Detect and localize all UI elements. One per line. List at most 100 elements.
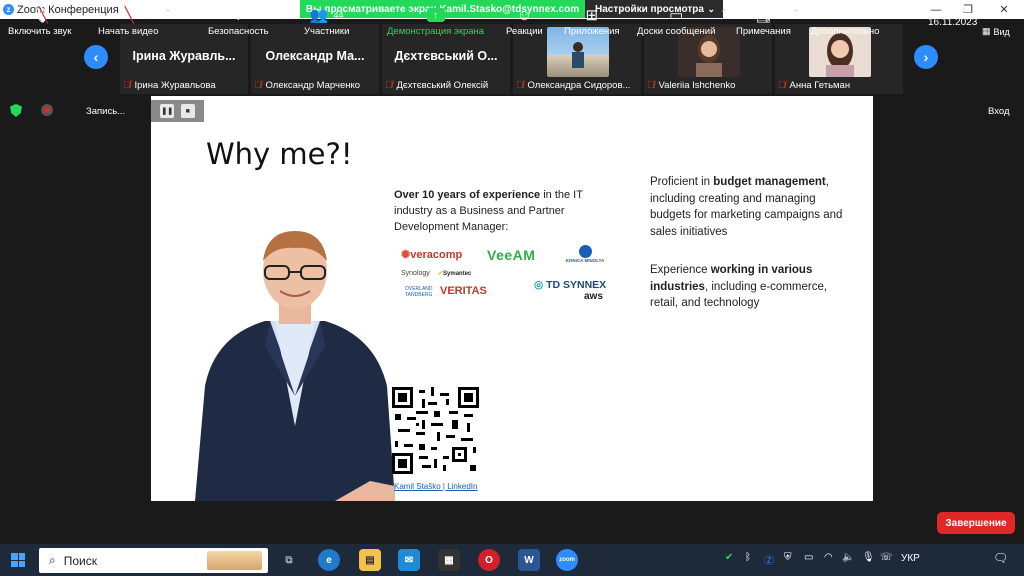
participant-label: 🎙̸ Valeriia Ishchenko [647, 78, 770, 92]
taskbar-search-input[interactable]: ⌕ Поиск [39, 548, 268, 573]
apps-label: Приложения [564, 26, 620, 37]
start-video-button[interactable]: ▭ ╲ Начать видео [98, 4, 158, 37]
wifi-icon[interactable]: ◠ [824, 552, 833, 563]
stop-recording-button[interactable]: ■ [180, 104, 195, 118]
viber-icon[interactable]: ☏ [880, 552, 893, 563]
whiteboards-label: Доски сообщений [637, 26, 716, 37]
notes-button[interactable]: 🗒 Примечания [736, 4, 791, 37]
view-button[interactable]: ▦ Вид [982, 26, 1010, 37]
shield-icon: ⛨ [232, 6, 244, 24]
unmute-label: Включить звук [8, 26, 72, 37]
participants-icon: 👥 44 [309, 7, 344, 24]
security-button[interactable]: ⛨ Безопасность [208, 4, 269, 38]
chevron-left-icon: ‹ [93, 49, 99, 65]
apps-options-caret[interactable]: ⌃ [617, 8, 625, 19]
mail-icon[interactable]: ✉ [398, 549, 420, 571]
search-placeholder: Поиск [63, 553, 97, 568]
more-dots-icon: ••• [837, 6, 854, 24]
industries-paragraph: Experience working in various industries… [650, 264, 828, 309]
recording-icon [41, 104, 53, 116]
veritas-logo: VERITAS [440, 285, 487, 297]
participants-count: 44 [333, 10, 344, 20]
search-highlight-image [207, 551, 262, 570]
share-screen-icon: ↑ [426, 4, 445, 26]
defender-icon[interactable]: ⛨ [784, 552, 792, 563]
more-button[interactable]: ••• Дополнительно [811, 4, 879, 38]
participant-label: 🎙̸ Анна Гетьман [778, 78, 901, 92]
exit-fullscreen-button[interactable]: Вход [988, 106, 1010, 117]
file-explorer-icon[interactable]: ▤ [359, 549, 381, 571]
clock-time: 10:28 [940, 4, 966, 15]
prev-participants-button[interactable]: ‹ [84, 45, 108, 69]
overland-tandberg-logo: OVERLAND TANDBERG [405, 286, 433, 298]
veracomp-icon: ✺ [401, 249, 411, 261]
microphone-icon[interactable]: 🎙 [862, 552, 875, 563]
next-participants-button[interactable]: › [914, 45, 938, 69]
participant-name: Олександр Марченко [265, 79, 361, 91]
experience-bold: Over 10 years of experience [394, 189, 541, 201]
grid-icon: ▦ [982, 26, 991, 36]
mic-muted-icon: 🎙̸ [254, 79, 262, 91]
bluetooth-icon[interactable]: ᛒ [745, 552, 751, 563]
budget-paragraph: Proficient in budget management, includi… [650, 176, 843, 238]
notes-options-caret[interactable]: ⌃ [792, 8, 800, 19]
share-screen-label: Демонстрация экрана [387, 26, 485, 37]
whiteboard-icon: ▭ [669, 7, 684, 24]
participant-name-large: Ірина Журавль... [132, 49, 236, 63]
tray-check-icon[interactable]: ✔ [725, 552, 733, 563]
volume-icon[interactable]: 🔈 [842, 552, 854, 563]
participant-name: Олександра Сидоров... [527, 79, 631, 91]
battery-icon[interactable]: ▭ [804, 552, 813, 563]
reactions-button[interactable]: ☺ Реакции [506, 4, 543, 38]
notifications-icon[interactable]: 🗨 [993, 551, 1008, 565]
zoom-taskbar-icon[interactable]: zoom [556, 549, 578, 571]
meeting-toolbar [0, 502, 1024, 544]
participant-name: Анна Гетьман [789, 79, 851, 91]
windows-start-icon[interactable] [11, 553, 25, 567]
mic-muted-icon: 🎙̸ [385, 79, 393, 91]
close-button[interactable]: ✕ [988, 0, 1020, 19]
word-icon[interactable]: W [518, 549, 540, 571]
tray-zoom-icon[interactable]: Ⓩ [764, 552, 774, 567]
participants-options-caret[interactable]: ⌃ [367, 8, 375, 19]
participant-label: 🎙̸ Дєхтєвський Олексій [385, 78, 508, 92]
konica-globe-icon [578, 245, 592, 258]
pause-recording-button[interactable]: ❚❚ [160, 104, 175, 118]
notes-icon: 🗒 [753, 7, 773, 24]
language-indicator[interactable]: УКР [901, 553, 920, 564]
participant-label: 🎙̸ Ірина Журавльова [123, 78, 246, 92]
security-label: Безопасность [208, 26, 269, 37]
participant-name: Ірина Журавльова [134, 79, 216, 91]
experience-text: Over 10 years of experience in the IT in… [394, 187, 599, 235]
clock-date: 16.11.2023 [928, 17, 978, 28]
mic-muted-icon: 🎙̸ [778, 79, 786, 91]
participant-label: 🎙̸ Олександр Марченко [254, 78, 377, 92]
whiteboards-options-caret[interactable]: ⌃ [720, 8, 728, 19]
mic-muted-icon: 🎙̸ [516, 79, 524, 91]
participants-button[interactable]: 👥 44 Участники [304, 4, 349, 37]
participant-label: 🎙̸ Олександра Сидоров... [516, 78, 639, 92]
share-options-caret[interactable]: ⌃ [491, 8, 499, 19]
end-meeting-button[interactable]: Завершение [937, 512, 1015, 534]
aws-logo: aws [584, 291, 603, 302]
linkedin-link[interactable]: Kamil Staško | LinkedIn [394, 482, 477, 491]
store-icon[interactable]: ▦ [438, 549, 460, 571]
share-screen-button[interactable]: ↑ Демонстрация экрана [387, 4, 484, 37]
taskbar-clock[interactable]: 10:28 16.11.2023 [928, 3, 977, 29]
search-icon: ⌕ [49, 553, 56, 567]
chevron-right-icon: › [923, 49, 929, 65]
symantec-logo: ✔Symantec [438, 271, 472, 277]
unmute-button[interactable]: 🎙 ╲ Включить звук [8, 4, 71, 37]
participant-name: Valeriia Ishchenko [658, 79, 736, 91]
edge-icon[interactable]: e [318, 549, 340, 571]
participant-name-large: Дєхтєвський О... [394, 49, 498, 63]
audio-options-caret[interactable]: ⌃ [68, 8, 76, 19]
apps-button[interactable]: ⊞ Приложения [564, 4, 620, 37]
task-view-icon[interactable]: ⧉ [278, 549, 300, 571]
mic-muted-icon: 🎙̸ [647, 79, 655, 91]
whiteboards-button[interactable]: ▭ Доски сообщений [637, 4, 715, 37]
synology-logo: Synology [401, 270, 430, 277]
mic-muted-icon: 🎙̸ [123, 79, 131, 91]
video-options-caret[interactable]: ⌃ [164, 8, 172, 19]
opera-icon[interactable]: O [478, 549, 500, 571]
